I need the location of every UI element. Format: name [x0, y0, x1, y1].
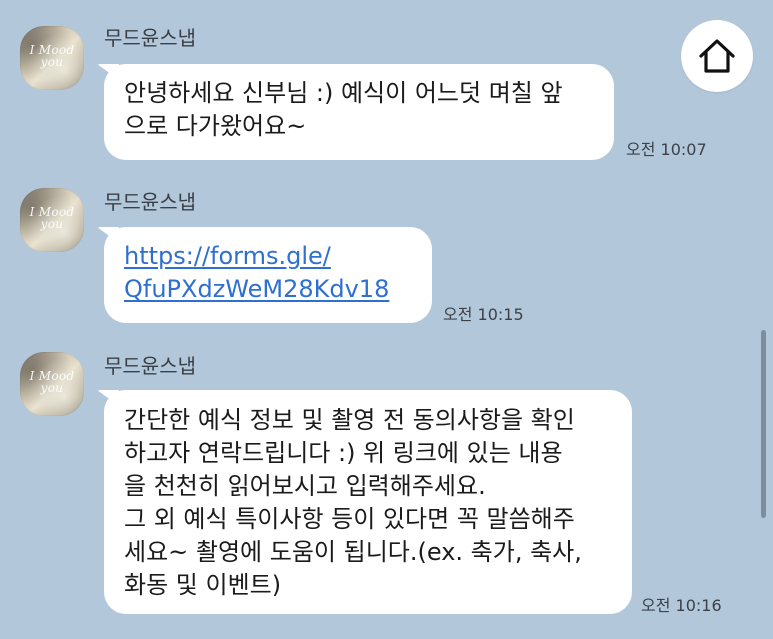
avatar-logo-line: you	[40, 55, 64, 69]
message-line: 간단한 예식 정보 및 촬영 전 동의사항을 확인	[124, 406, 575, 434]
sender-avatar[interactable]: I Mood you	[20, 26, 84, 90]
avatar-logo: I Mood you	[20, 44, 84, 68]
home-button[interactable]	[681, 20, 753, 92]
avatar-logo: I Mood you	[20, 206, 84, 230]
message-line: 안녕하세요 신부님 :) 예식이 어느덧 며칠 앞	[124, 79, 563, 107]
message-line: 그 외 예식 특이사항 등이 있다면 꼭 말씀해주	[124, 505, 575, 533]
message-bubble[interactable]: 안녕하세요 신부님 :) 예식이 어느덧 며칠 앞 으로 다가왔어요~	[104, 64, 614, 160]
scrollbar-thumb[interactable]	[761, 330, 766, 518]
sender-name: 무드윤스냅	[104, 26, 196, 50]
avatar-logo-line: you	[40, 217, 64, 231]
message-line: 으로 다가왔어요~	[124, 112, 307, 140]
sender-name: 무드윤스냅	[104, 354, 196, 378]
sender-avatar[interactable]: I Mood you	[20, 188, 84, 252]
home-icon	[699, 39, 735, 73]
message-line: 세요~ 촬영에 도움이 됩니다.(ex. 축가, 축사,	[124, 538, 582, 566]
message-time: 오전 10:07	[626, 140, 707, 159]
message-bubble[interactable]: 간단한 예식 정보 및 촬영 전 동의사항을 확인 하고자 연락드립니다 :) …	[104, 390, 632, 614]
message-time: 오전 10:15	[443, 305, 524, 324]
sender-avatar[interactable]: I Mood you	[20, 352, 84, 416]
message-line: 화동 및 이벤트)	[124, 571, 282, 599]
message-bubble[interactable]: https://forms.gle/ QfuPXdzWeM28Kdv18	[104, 227, 432, 323]
sender-name: 무드윤스냅	[104, 190, 196, 214]
message-line: 을 천천히 읽어보시고 입력해주세요.	[124, 472, 486, 500]
message-link[interactable]: https://forms.gle/	[124, 240, 412, 273]
message-time: 오전 10:16	[641, 596, 722, 615]
avatar-logo: I Mood you	[20, 370, 84, 394]
avatar-logo-line: you	[40, 381, 64, 395]
message-link[interactable]: QfuPXdzWeM28Kdv18	[124, 273, 412, 306]
message-line: 하고자 연락드립니다 :) 위 링크에 있는 내용	[124, 439, 563, 467]
